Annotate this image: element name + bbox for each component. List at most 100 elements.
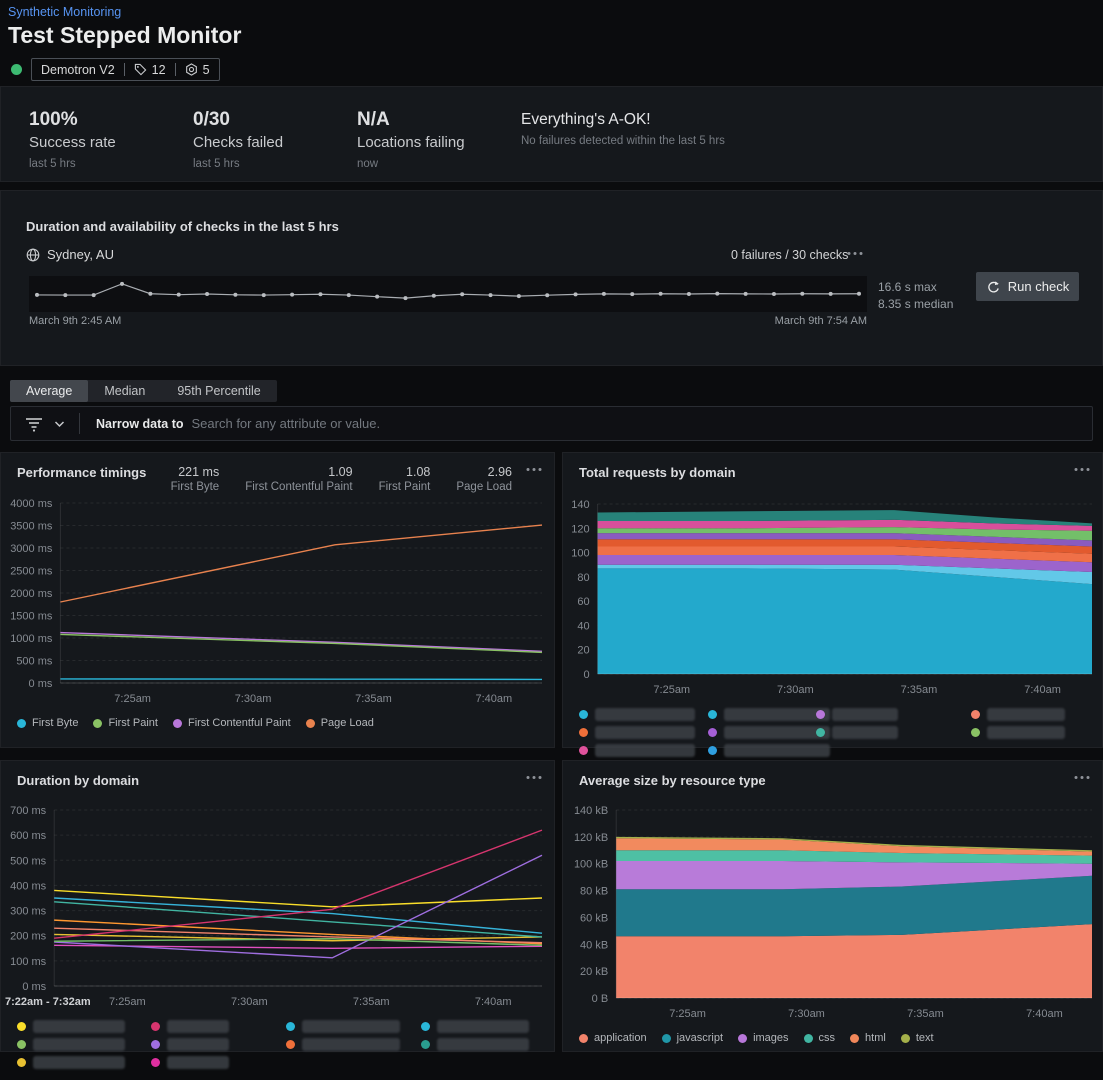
breadcrumb[interactable]: Synthetic Monitoring: [8, 5, 1095, 19]
svg-text:0 ms: 0 ms: [22, 981, 46, 993]
svg-text:7:30am: 7:30am: [235, 693, 272, 705]
legend-item[interactable]: [816, 708, 898, 721]
total-requests-chart[interactable]: 0 20 40 60 80 100 120 140 7:25am 7:30am 7:35am 7:40…: [565, 496, 1098, 702]
svg-text:140: 140: [571, 499, 589, 511]
panel-menu-icon[interactable]: [1074, 773, 1090, 780]
redacted-legend-label: [437, 1020, 529, 1033]
legend-label: images: [753, 1032, 789, 1044]
page-title: Test Stepped Monitor: [8, 22, 242, 48]
tab-median[interactable]: Median: [88, 380, 161, 402]
svg-text:7:40am: 7:40am: [475, 996, 512, 1008]
monitor-meta-badge[interactable]: Demotron V2 12 5: [31, 58, 220, 81]
legend-group: [421, 1020, 529, 1056]
svg-text:100 ms: 100 ms: [10, 956, 47, 968]
header-stat-label: First Contentful Paint: [245, 481, 353, 493]
duration-by-domain-chart[interactable]: 0 ms 100 ms 200 ms 300 ms 400 ms 500 ms 600 ms…: [3, 802, 548, 1014]
legend-group: [17, 1020, 125, 1074]
legend-item[interactable]: css: [803, 1032, 835, 1044]
legend-item[interactable]: [579, 726, 695, 739]
panel-menu-icon[interactable]: [1074, 465, 1090, 472]
legend-item[interactable]: [816, 726, 898, 739]
legend-item[interactable]: Page Load: [305, 717, 374, 729]
legend-item[interactable]: [17, 1056, 125, 1069]
redacted-legend-label: [595, 744, 695, 757]
redacted-legend-label: [595, 726, 695, 739]
svg-text:7:35am: 7:35am: [907, 1008, 944, 1020]
performance-timings-chart[interactable]: 0 ms 500 ms 1000 ms 1500 ms 2000 ms 2500 ms 30…: [3, 495, 548, 711]
header-stat: 1.09 First Contentful Paint: [245, 465, 352, 493]
tab-95th-percentile[interactable]: 95th Percentile: [161, 380, 276, 402]
sparkline-end-time: March 9th 7:54 AM: [774, 315, 867, 327]
redacted-legend-label: [33, 1038, 125, 1051]
legend-dot: [17, 718, 26, 728]
redacted-legend-label: [302, 1038, 400, 1051]
total-requests-legend: [563, 708, 1102, 768]
legend-item[interactable]: [286, 1038, 400, 1051]
chevron-down-icon[interactable]: [54, 420, 65, 428]
legend-label: First Paint: [108, 717, 158, 729]
failures-summary: 0 failures / 30 checks: [731, 248, 849, 262]
summary-stats-panel: 100% Success rate last 5 hrs 0/30 Checks fai…: [0, 86, 1103, 182]
legend-item[interactable]: javascript: [661, 1032, 724, 1044]
svg-text:7:30am: 7:30am: [788, 1008, 825, 1020]
svg-text:1500 ms: 1500 ms: [10, 611, 53, 623]
legend-item[interactable]: [971, 708, 1065, 721]
svg-text:7:30am: 7:30am: [231, 996, 268, 1008]
tab-average[interactable]: Average: [10, 380, 89, 402]
filter-search-input[interactable]: [189, 415, 1092, 432]
legend-dot: [661, 1033, 671, 1043]
filter-funnel-icon[interactable]: [25, 415, 43, 432]
legend-item[interactable]: [17, 1038, 125, 1051]
legend-item[interactable]: [421, 1038, 529, 1051]
svg-text:7:25am: 7:25am: [669, 1008, 706, 1020]
redacted-legend-label: [167, 1056, 229, 1069]
legend-item[interactable]: images: [738, 1032, 789, 1044]
redacted-legend-label: [167, 1038, 229, 1051]
panel-menu-icon[interactable]: [847, 251, 863, 256]
legend-label: javascript: [676, 1032, 724, 1044]
max-duration-label: 16.6 s max: [878, 280, 937, 294]
stat-block: N/A Locations failing now: [357, 109, 521, 181]
legend-item[interactable]: [708, 744, 830, 757]
legend-item[interactable]: First Contentful Paint: [172, 717, 291, 729]
legend-item[interactable]: [708, 726, 830, 739]
run-check-button[interactable]: Run check: [976, 272, 1079, 301]
legend-item[interactable]: [579, 744, 695, 757]
redacted-legend-label: [167, 1020, 229, 1033]
legend-item[interactable]: application: [579, 1032, 647, 1044]
legend-item[interactable]: [151, 1056, 229, 1069]
legend-dot: [93, 718, 103, 728]
checks-duration-sparkline[interactable]: [29, 276, 867, 312]
svg-text:100: 100: [571, 548, 589, 560]
legend-item[interactable]: [708, 708, 830, 721]
legend-dot: [708, 710, 717, 719]
legend-item[interactable]: [971, 726, 1065, 739]
legend-label: First Byte: [32, 717, 79, 729]
legend-item[interactable]: First Paint: [93, 717, 158, 729]
performance-header-stats: 221 ms First Byte 1.09 First Contentful Pai…: [171, 465, 512, 493]
stat-value: 100%: [29, 109, 78, 130]
legend-item[interactable]: First Byte: [17, 717, 78, 729]
panel-title: Duration by domain: [17, 773, 140, 788]
run-check-label: Run check: [1007, 279, 1070, 294]
avg-size-chart[interactable]: 0 B 20 kB 40 kB 60 kB 80 kB 100 kB 120 kB 140 k…: [565, 802, 1098, 1026]
legend-item[interactable]: [579, 708, 695, 721]
legend-group: [579, 708, 695, 762]
panel-title: Total requests by domain: [579, 465, 736, 480]
legend-item[interactable]: [286, 1020, 400, 1033]
legend-label: text: [915, 1032, 934, 1044]
legend-item[interactable]: text: [900, 1032, 934, 1044]
legend-item[interactable]: [17, 1020, 125, 1033]
legend-item[interactable]: [151, 1038, 229, 1051]
legend-item[interactable]: [151, 1020, 229, 1033]
panel-menu-icon[interactable]: [526, 465, 542, 472]
legend-dot: [151, 1058, 160, 1067]
tag-icon: [134, 63, 147, 76]
legend-dot: [17, 1022, 26, 1031]
legend-item[interactable]: [421, 1020, 529, 1033]
header-stat-value: 221 ms: [178, 465, 220, 479]
svg-text:7:30am: 7:30am: [777, 684, 814, 696]
panel-menu-icon[interactable]: [526, 773, 542, 780]
svg-text:20 kB: 20 kB: [580, 966, 608, 978]
legend-item[interactable]: html: [850, 1032, 886, 1044]
